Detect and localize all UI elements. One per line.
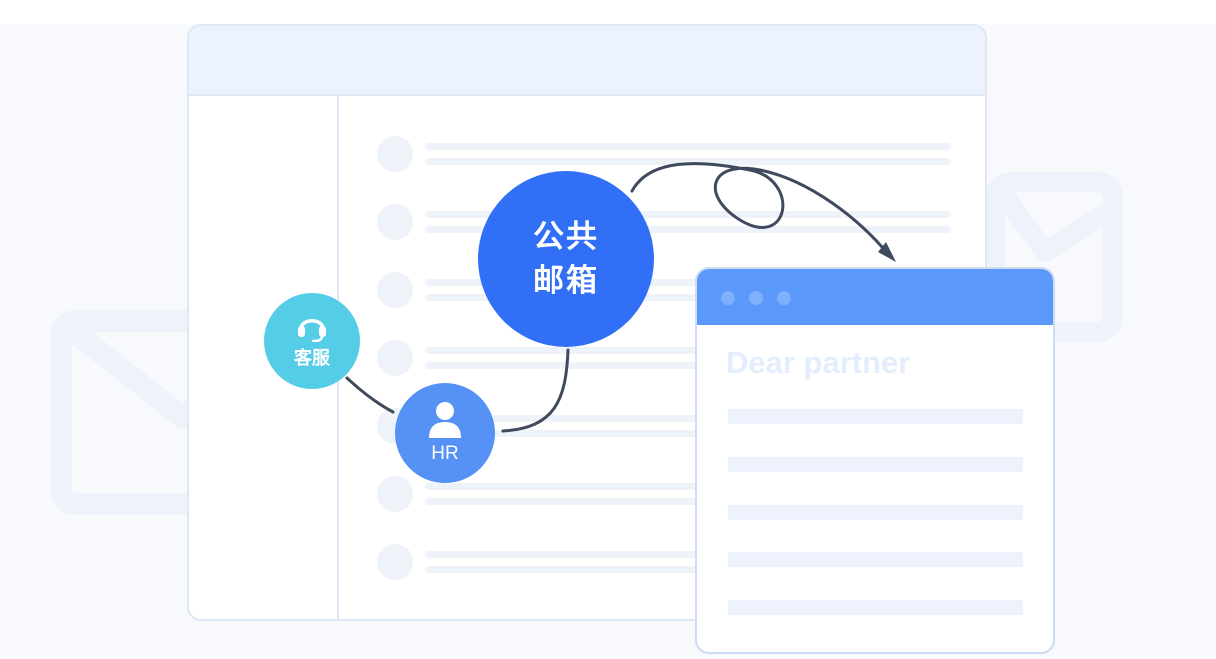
window-dot-icon <box>749 291 763 305</box>
letter-greeting: Dear partner <box>726 345 911 380</box>
mailbox-label: 公共邮箱 <box>533 219 599 298</box>
headset-icon <box>298 319 326 342</box>
line-placeholder <box>728 600 1023 615</box>
connector-mailbox-letter <box>630 162 890 256</box>
public-mailbox-node: 公共邮箱 <box>478 171 654 347</box>
letter-title-bar <box>697 269 1053 325</box>
connector-hr-mailbox <box>501 348 570 433</box>
service-label: 客服 <box>294 348 330 368</box>
hr-label: HR <box>431 443 459 464</box>
connector-service-hr <box>345 376 395 414</box>
line-placeholder <box>728 457 1023 472</box>
customer-service-node: 客服 <box>264 293 360 389</box>
line-placeholder <box>728 552 1023 567</box>
window-dot-icon <box>777 291 791 305</box>
line-placeholder <box>728 505 1023 520</box>
line-placeholder <box>728 409 1023 424</box>
hr-node: HR <box>395 383 495 483</box>
window-dot-icon <box>721 291 735 305</box>
email-letter-card: Dear partner <box>695 267 1055 654</box>
person-icon <box>429 402 461 438</box>
